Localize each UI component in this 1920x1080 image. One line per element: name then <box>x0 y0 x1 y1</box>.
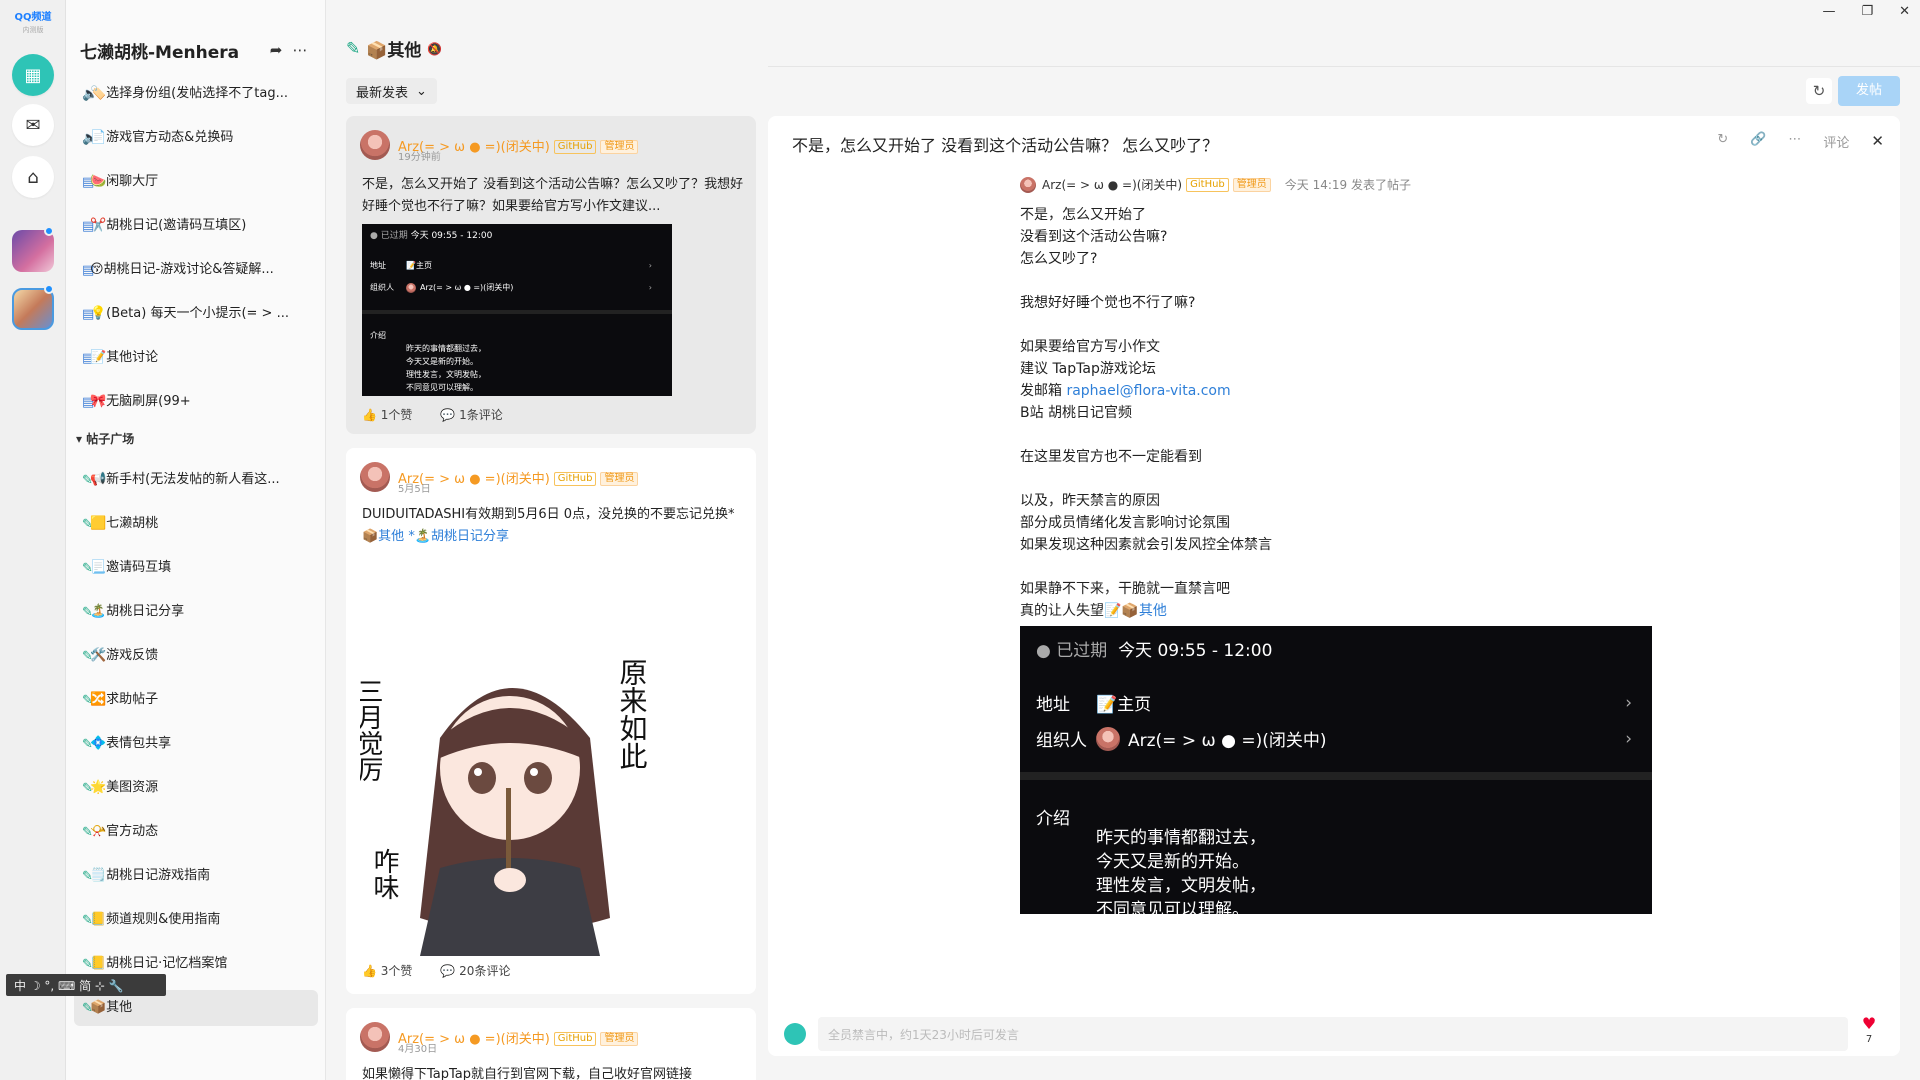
window-controls: — ❐ ✕ <box>1822 4 1910 19</box>
post-actions: 👍 1个赞 💬 1条评论 <box>362 406 503 423</box>
chevron-down-icon: ⌄ <box>416 83 427 99</box>
post-author: Arz(= > ω ● =)(闭关中) GitHub 管理员 今天 14:19 … <box>1020 176 1411 193</box>
post-excerpt: 不是，怎么又开始了 没看到这个活动公告嘛？怎么又吵了？我想好好睡个觉也不行了嘛？… <box>362 177 744 214</box>
home-icon[interactable]: ⌂ <box>12 156 54 198</box>
forum-channel-item[interactable]: ✎ 🛠️游戏反馈 <box>74 638 318 674</box>
event-card-thumb: ● 已过期 今天 09:55 - 12:00 地址 📝主页 › 组织人 Arz(= >… <box>362 224 672 396</box>
avatar <box>360 130 390 160</box>
post-card[interactable]: Arz(= > ω ● =)(闭关中) GitHub 管理员 19分钟前 不是，怎么… <box>346 116 756 434</box>
comment-input[interactable]: 全员禁言中，约1天23小时后可发言 <box>818 1017 1848 1051</box>
channel-item[interactable]: ▤ ✂️胡桃日记(邀请码互填区) <box>74 208 318 244</box>
restore-icon[interactable]: ❐ <box>1861 4 1873 19</box>
sticker-text-left: 三月觉厉 <box>360 678 383 782</box>
avatar <box>360 1022 390 1052</box>
guild-header: 七濑胡桃-Menhera ➦ ⋯ <box>80 36 312 64</box>
post-button[interactable]: 发帖 <box>1838 76 1900 106</box>
comment-button[interactable]: 💬 1条评论 <box>440 406 502 423</box>
forum-channel-item[interactable]: ✎ 🗒️胡桃日记游戏指南 <box>74 858 318 894</box>
close-window-icon[interactable]: ✕ <box>1899 4 1910 19</box>
forum-channel-item[interactable]: ✎ 🌟美图资源 <box>74 770 318 806</box>
channel-item[interactable]: 🔈 🏷️选择身份组(发帖选择不了tag... <box>74 76 318 112</box>
forum-channel-item[interactable]: ✎ 🟨七濑胡桃 <box>74 506 318 542</box>
channel-link[interactable]: 📦其他 <box>362 529 404 544</box>
email-link[interactable]: raphael@flora-vita.com <box>1066 383 1230 399</box>
channel-item[interactable]: ▤ 📝其他讨论 <box>74 340 318 376</box>
post-detail-pane: 不是，怎么又开始了 没看到这个活动公告嘛？ 怎么又吵了？ ↻ 🔗 ⋯ 评论 ✕ … <box>768 116 1900 1056</box>
detail-toolbar: ↻ 🔗 ⋯ 评论 ✕ <box>1717 132 1884 151</box>
avatar <box>1020 176 1036 193</box>
like-button[interactable]: 👍 3个赞 <box>362 962 412 979</box>
more-icon[interactable]: ⋯ <box>1788 132 1801 151</box>
refresh-icon[interactable]: ↻ <box>1717 132 1728 151</box>
post-time: 19分钟前 <box>398 152 441 163</box>
forum-channel-item[interactable]: ✎ 📢新手村(无法发帖的新人看这... <box>74 462 318 498</box>
mail-icon[interactable]: ✉ <box>12 104 54 146</box>
app-logo: QQ频道 内测版 <box>14 12 52 34</box>
forum-icon: ✎ <box>346 38 361 59</box>
channel-sidebar: 七濑胡桃-Menhera ➦ ⋯ 🔈 🏷️选择身份组(发帖选择不了tag... 🔈… <box>66 0 326 1080</box>
app-window: — ❐ ✕ QQ频道 内测版 ▦ ✉ ⌂ 七濑胡桃-Menhera ➦ ⋯ 🔈 🏷️… <box>0 0 1920 1080</box>
event-card-image: ● 已过期 今天 09:55 - 12:00 地址 📝主页 › 组织人 Arz(= >… <box>1020 626 1652 914</box>
forum-channel-item[interactable]: ✎ 🔀求助帖子 <box>74 682 318 718</box>
guild-rail: QQ频道 内测版 ▦ ✉ ⌂ <box>0 0 66 1080</box>
guild-discover-icon[interactable]: ▦ <box>12 54 54 96</box>
comment-bar: 全员禁言中，约1天23小时后可发言 ♥ 7 <box>784 1016 1884 1052</box>
post-body: 不是，怎么又开始了 没看到这个活动公告嘛? 怎么又吵了? 我想好好睡个觉也不行了… <box>1020 207 1272 619</box>
forum-channel-item[interactable]: ✎ 🏝️胡桃日记分享 <box>74 594 318 630</box>
channel-item[interactable]: ▤ 🎀无脑刷屏(99+ <box>74 384 318 420</box>
forum-channel-item[interactable]: ✎ 💠表情包共享 <box>74 726 318 762</box>
share-icon[interactable]: ➦ <box>264 41 288 59</box>
my-avatar <box>784 1023 806 1045</box>
like-heart-button[interactable]: ♥ 7 <box>1854 1016 1884 1048</box>
unread-dot <box>44 284 54 294</box>
post-card[interactable]: Arz(= > ω ● =)(闭关中) GitHub 管理员 4月30日 如果懒得下… <box>346 1008 756 1080</box>
forum-channel-item[interactable]: ✎ 📒频道规则&使用指南 <box>74 902 318 938</box>
comment-button[interactable]: 评论 <box>1823 132 1849 151</box>
post-excerpt: 如果懒得下TapTap就自行到官网下载，自己收好官网链接 <box>362 1067 693 1080</box>
comment-button[interactable]: 💬 20条评论 <box>440 962 510 979</box>
channel-link[interactable]: 📝📦其他 <box>1104 603 1167 619</box>
unread-dot <box>44 226 54 236</box>
sticker-image: 三月觉厉 原来如此 咋味 <box>360 618 660 956</box>
guild-avatar-1[interactable] <box>12 230 54 272</box>
post-excerpt: DUIDUITADASHI有效期到5月6日 0点，没兑换的不要忘记兑换*📦其他 … <box>362 507 735 544</box>
post-time: 4月30日 <box>398 1044 438 1055</box>
forum-channel-item[interactable]: ✎ 📯官方动态 <box>74 814 318 850</box>
more-icon[interactable]: ⋯ <box>288 41 312 59</box>
minimize-icon[interactable]: — <box>1822 4 1835 19</box>
post-time: 5月5日 <box>398 484 431 495</box>
ime-toolbar[interactable]: 中 ☽ °, ⌨ 简 ⊹ 🔧 <box>6 974 166 996</box>
channel-title: ✎ 📦其他 🔕 <box>346 38 443 62</box>
post-title: 不是，怎么又开始了 没看到这个活动公告嘛？ 怎么又吵了？ <box>792 136 1219 155</box>
close-icon[interactable]: ✕ <box>1871 132 1884 151</box>
post-actions: 👍 3个赞 💬 20条评论 <box>362 962 510 979</box>
forum-channel-item[interactable]: ✎ 📃邀请码互填 <box>74 550 318 586</box>
channel-link[interactable]: *🏝️胡桃日记分享 <box>408 529 509 544</box>
sticker-text-bottom: 咋味 <box>369 848 399 900</box>
mute-icon[interactable]: 🔕 <box>427 42 442 56</box>
channel-item[interactable]: ▤ 🍉闲聊大厅 <box>74 164 318 200</box>
like-button[interactable]: 👍 1个赞 <box>362 406 412 423</box>
guild-avatar-2-active[interactable] <box>12 288 54 330</box>
sort-dropdown[interactable]: 最新发表 ⌄ <box>346 78 437 104</box>
guild-name: 七濑胡桃-Menhera <box>80 42 240 63</box>
avatar <box>360 462 390 492</box>
channel-item[interactable]: ▤ 😚胡桃日记-游戏讨论&答疑解... <box>74 252 318 288</box>
section-forum-square[interactable]: ▾ 帖子广场 <box>76 430 134 447</box>
channel-item[interactable]: ▤ 💡(Beta) 每天一个小提示(= > ... <box>74 296 318 332</box>
link-icon[interactable]: 🔗 <box>1750 132 1766 151</box>
sticker-text-right: 原来如此 <box>616 658 649 770</box>
refresh-button[interactable]: ↻ <box>1806 78 1832 104</box>
channel-item[interactable]: 🔈 📄游戏官方动态&兑换码 <box>74 120 318 156</box>
